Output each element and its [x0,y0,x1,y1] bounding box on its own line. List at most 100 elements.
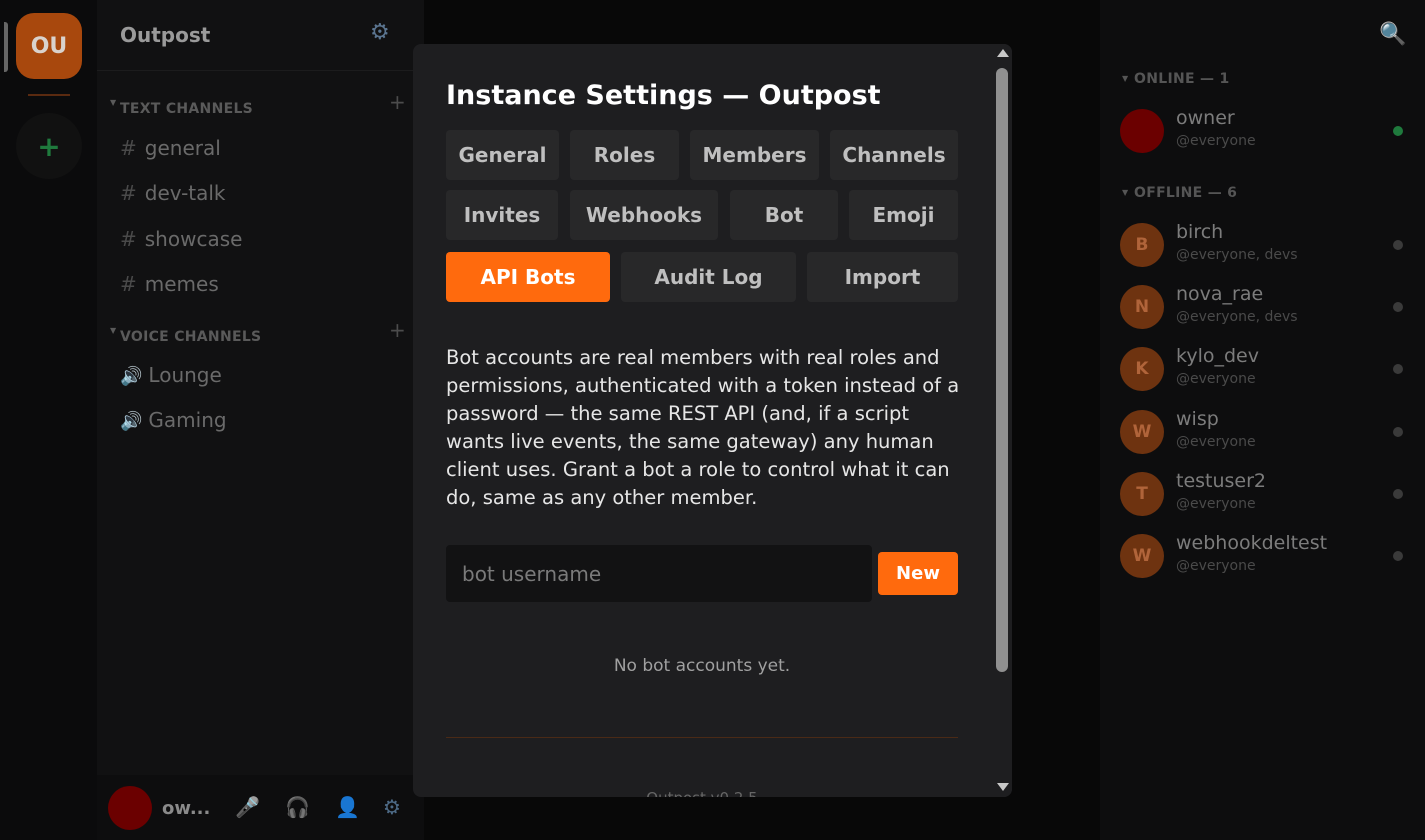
speaker-icon: 🔊 [120,366,143,387]
category-voice-channels[interactable]: ▼ VOICE CHANNELS [110,326,262,345]
channel-label: showcase [144,227,243,251]
avatar: K [1120,347,1164,391]
member-name: birch [1176,221,1224,243]
instance-settings-modal: Instance Settings — Outpost General Role… [413,44,1012,797]
user-panel: ow... 🎤 🎧 👤 ⚙ [97,775,424,840]
status-offline-indicator [1393,551,1403,561]
user-name: ow... [162,798,211,819]
member-kylo-dev[interactable]: K kylo_dev @everyone [1120,345,1420,395]
add-text-channel-button[interactable]: + [389,90,406,114]
chevron-down-icon: ▼ [110,98,117,107]
server-header[interactable]: Outpost ⚙ [97,0,424,71]
member-nova-rae[interactable]: N nova_rae @everyone, devs [1120,283,1420,333]
channel-label: memes [144,272,219,296]
member-testuser2[interactable]: T testuser2 @everyone [1120,470,1420,520]
gear-icon[interactable]: ⚙ [383,795,401,819]
channel-showcase[interactable]: # showcase [120,227,242,251]
status-offline-indicator [1393,302,1403,312]
add-voice-channel-button[interactable]: + [389,318,406,342]
server-selected-indicator [4,22,8,72]
avatar [1120,109,1164,153]
version-text: Outpost v0.2.5 [446,789,958,797]
tab-import[interactable]: Import [807,252,958,302]
channel-dev-talk[interactable]: # dev-talk [120,181,226,205]
speaker-icon: 🔊 [120,411,143,432]
rail-divider [28,94,70,96]
hash-icon: # [120,136,137,160]
server-icon-outpost[interactable]: OU [16,13,82,79]
status-offline-indicator [1393,364,1403,374]
status-offline-indicator [1393,427,1403,437]
tab-members[interactable]: Members [690,130,819,180]
search-icon[interactable]: 🔍 [1379,22,1406,47]
gear-icon[interactable]: ⚙ [370,20,390,45]
category-label: VOICE CHANNELS [120,329,262,345]
section-divider [446,737,958,738]
api-bots-description: Bot accounts are real members with real … [446,346,960,509]
voice-channel-lounge[interactable]: 🔊 Lounge [120,363,222,387]
category-text-channels[interactable]: ▼ TEXT CHANNELS [110,98,254,117]
online-header-label: ONLINE — 1 [1134,71,1230,87]
modal-content: Instance Settings — Outpost General Role… [413,44,993,797]
tab-emoji[interactable]: Emoji [849,190,958,240]
avatar[interactable] [108,786,152,830]
channel-memes[interactable]: # memes [120,272,219,296]
tab-webhooks[interactable]: Webhooks [570,190,718,240]
member-roles: @everyone [1176,371,1256,387]
member-list: 🔍 ▼ ONLINE — 1 owner @everyone ▼ OFFLINE… [1100,0,1425,840]
hash-icon: # [120,272,137,296]
tab-audit-log[interactable]: Audit Log [621,252,796,302]
member-wisp[interactable]: W wisp @everyone [1120,408,1420,458]
scroll-up-arrow-icon[interactable] [997,49,1009,57]
online-header: ▼ ONLINE — 1 [1122,71,1230,87]
empty-state-text: No bot accounts yet. [613,656,791,676]
scroll-down-arrow-icon[interactable] [997,783,1009,791]
avatar: T [1120,472,1164,516]
tab-api-bots[interactable]: API Bots [446,252,610,302]
offline-header-label: OFFLINE — 6 [1134,185,1238,201]
chevron-down-icon: ▼ [1122,188,1129,197]
headphones-icon[interactable]: 🎧 [285,795,310,819]
status-online-indicator [1393,126,1403,136]
offline-header: ▼ OFFLINE — 6 [1122,185,1238,201]
member-owner[interactable]: owner @everyone [1120,107,1420,157]
avatar: W [1120,410,1164,454]
bot-username-input[interactable] [446,545,872,602]
channel-label: Lounge [148,363,222,387]
voice-channel-gaming[interactable]: 🔊 Gaming [120,408,227,432]
member-roles: @everyone [1176,434,1256,450]
member-roles: @everyone [1176,133,1256,149]
chevron-down-icon: ▼ [1122,74,1129,83]
avatar: W [1120,534,1164,578]
new-bot-button[interactable]: New [878,552,958,595]
person-icon[interactable]: 👤 [335,795,360,819]
tab-roles[interactable]: Roles [570,130,679,180]
tab-channels[interactable]: Channels [830,130,958,180]
member-roles: @everyone [1176,496,1256,512]
tab-bot[interactable]: Bot [730,190,838,240]
scrollbar-thumb[interactable] [996,68,1008,672]
microphone-icon[interactable]: 🎤 [235,795,260,819]
channel-general[interactable]: # general [120,136,221,160]
server-name: Outpost [120,23,211,47]
member-roles: @everyone, devs [1176,247,1298,263]
member-roles: @everyone [1176,558,1256,574]
app-root: OU + Outpost ⚙ ▼ TEXT CHANNELS + # genera… [0,0,1425,840]
chevron-down-icon: ▼ [110,326,117,335]
status-offline-indicator [1393,489,1403,499]
tab-general[interactable]: General [446,130,559,180]
member-name: wisp [1176,408,1219,430]
channel-sidebar: Outpost ⚙ ▼ TEXT CHANNELS + # general # de… [97,0,424,840]
avatar: N [1120,285,1164,329]
add-server-button[interactable]: + [16,113,82,179]
member-name: testuser2 [1176,470,1267,492]
modal-scrollbar[interactable] [993,44,1012,797]
member-webhookdeltest[interactable]: W webhookdeltest @everyone [1120,532,1420,582]
hash-icon: # [120,227,137,251]
hash-icon: # [120,181,137,205]
category-label: TEXT CHANNELS [120,101,254,117]
tab-invites[interactable]: Invites [446,190,558,240]
member-name: kylo_dev [1176,345,1259,367]
status-offline-indicator [1393,240,1403,250]
member-birch[interactable]: B birch @everyone, devs [1120,221,1420,271]
